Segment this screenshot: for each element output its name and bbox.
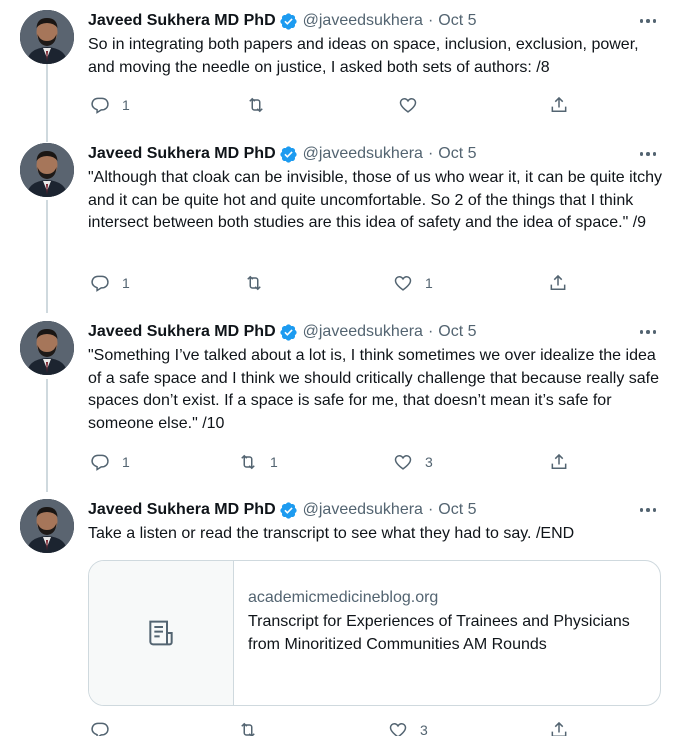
heart-icon	[389, 722, 407, 736]
reply-count: 1	[122, 275, 130, 291]
heart-icon	[394, 454, 412, 470]
retweet-icon	[249, 97, 263, 113]
like-count: 1	[425, 275, 433, 291]
avatar[interactable]	[20, 321, 74, 375]
tweet-text: Take a listen or read the transcript to …	[88, 525, 575, 542]
avatar[interactable]	[20, 499, 74, 553]
share-icon	[551, 453, 567, 469]
share-icon	[550, 274, 566, 290]
tweet-date[interactable]: Oct 5	[438, 145, 476, 163]
tweet-date[interactable]: Oct 5	[438, 501, 476, 519]
retweet-icon	[241, 722, 255, 736]
avatar[interactable]	[20, 143, 74, 197]
author-handle[interactable]: @javeedsukhera	[303, 501, 423, 519]
link-card-domain: academicmedicineblog.org	[248, 589, 439, 606]
tweet-actions: 3	[88, 718, 568, 736]
verified-badge-icon	[280, 12, 297, 30]
reply-button[interactable]: 1	[90, 271, 130, 295]
retweet-icon	[241, 454, 255, 470]
author-name[interactable]: Javeed Sukhera MD PhD	[88, 12, 276, 30]
retweet-button[interactable]	[238, 718, 270, 736]
tweet-header: Javeed Sukhera MD PhD @javeedsukhera · O…	[88, 10, 477, 32]
tweet[interactable]: Javeed Sukhera MD PhD @javeedsukhera · O…	[0, 499, 673, 736]
author-name[interactable]: Javeed Sukhera MD PhD	[88, 501, 276, 519]
author-handle[interactable]: @javeedsukhera	[303, 145, 423, 163]
like-button[interactable]: 1	[393, 271, 433, 295]
tweet[interactable]: Javeed Sukhera MD PhD @javeedsukhera · O…	[0, 10, 673, 130]
link-card-thumbnail	[89, 561, 234, 705]
like-button[interactable]: 3	[393, 450, 433, 474]
author-handle[interactable]: @javeedsukhera	[303, 323, 423, 341]
tweet-actions: 1 1	[88, 271, 568, 295]
article-icon	[149, 620, 173, 646]
tweet-text: "Something I’ve talked about a lot is, I…	[88, 347, 659, 432]
link-card-title: Transcript for Experiences of Trainees a…	[248, 613, 630, 653]
reply-count: 1	[122, 97, 130, 113]
tweet-text: So in integrating both papers and ideas …	[88, 36, 639, 76]
author-name[interactable]: Javeed Sukhera MD PhD	[88, 145, 276, 163]
more-options-icon[interactable]	[637, 323, 659, 341]
reply-button[interactable]	[90, 718, 122, 736]
verified-badge-icon	[280, 323, 297, 341]
reply-icon	[91, 97, 109, 114]
separator-dot: ·	[427, 323, 434, 340]
heart-icon	[394, 275, 412, 291]
reply-icon	[91, 275, 109, 292]
verified-badge-icon	[280, 501, 297, 519]
share-button[interactable]	[549, 450, 569, 474]
verified-badge-icon	[280, 145, 297, 163]
more-options-icon[interactable]	[637, 12, 659, 30]
reply-icon	[91, 454, 109, 471]
tweet-text: "Although that cloak can be invisible, t…	[88, 169, 663, 231]
avatar[interactable]	[20, 10, 74, 64]
like-button[interactable]: 3	[388, 718, 428, 736]
reply-icon	[91, 722, 109, 736]
tweet-header: Javeed Sukhera MD PhD @javeedsukhera · O…	[88, 499, 477, 521]
retweet-button[interactable]: 1	[238, 450, 278, 474]
separator-dot: ·	[427, 145, 434, 162]
share-button[interactable]	[548, 271, 568, 295]
author-name[interactable]: Javeed Sukhera MD PhD	[88, 323, 276, 341]
heart-icon	[399, 97, 417, 113]
retweet-icon	[247, 275, 261, 291]
tweet[interactable]: Javeed Sukhera MD PhD @javeedsukhera · O…	[0, 321, 673, 491]
like-count: 3	[425, 454, 433, 470]
separator-dot: ·	[427, 501, 434, 518]
more-options-icon[interactable]	[637, 501, 659, 519]
retweet-count: 1	[270, 454, 278, 470]
reply-button[interactable]: 1	[90, 450, 130, 474]
like-count: 3	[420, 722, 428, 736]
tweet-actions: 1 1 3	[88, 450, 568, 474]
retweet-button[interactable]	[246, 93, 278, 117]
share-button[interactable]	[549, 718, 569, 736]
link-preview-card[interactable]: academicmedicineblog.org Transcript for …	[88, 560, 661, 706]
tweet[interactable]: Javeed Sukhera MD PhD @javeedsukhera · O…	[0, 143, 673, 313]
like-button[interactable]	[398, 93, 430, 117]
author-handle[interactable]: @javeedsukhera	[303, 12, 423, 30]
retweet-button[interactable]	[244, 271, 276, 295]
tweet-date[interactable]: Oct 5	[438, 12, 476, 30]
share-icon	[551, 96, 567, 112]
tweet-header: Javeed Sukhera MD PhD @javeedsukhera · O…	[88, 143, 477, 165]
separator-dot: ·	[427, 12, 434, 29]
reply-button[interactable]: 1	[90, 93, 130, 117]
reply-count: 1	[122, 454, 130, 470]
tweet-date[interactable]: Oct 5	[438, 323, 476, 341]
link-card-body: academicmedicineblog.org Transcript for …	[248, 587, 643, 656]
more-options-icon[interactable]	[637, 145, 659, 163]
tweet-header: Javeed Sukhera MD PhD @javeedsukhera · O…	[88, 321, 477, 343]
tweet-actions: 1	[88, 93, 568, 117]
share-button[interactable]	[549, 93, 569, 117]
share-icon	[551, 721, 567, 736]
